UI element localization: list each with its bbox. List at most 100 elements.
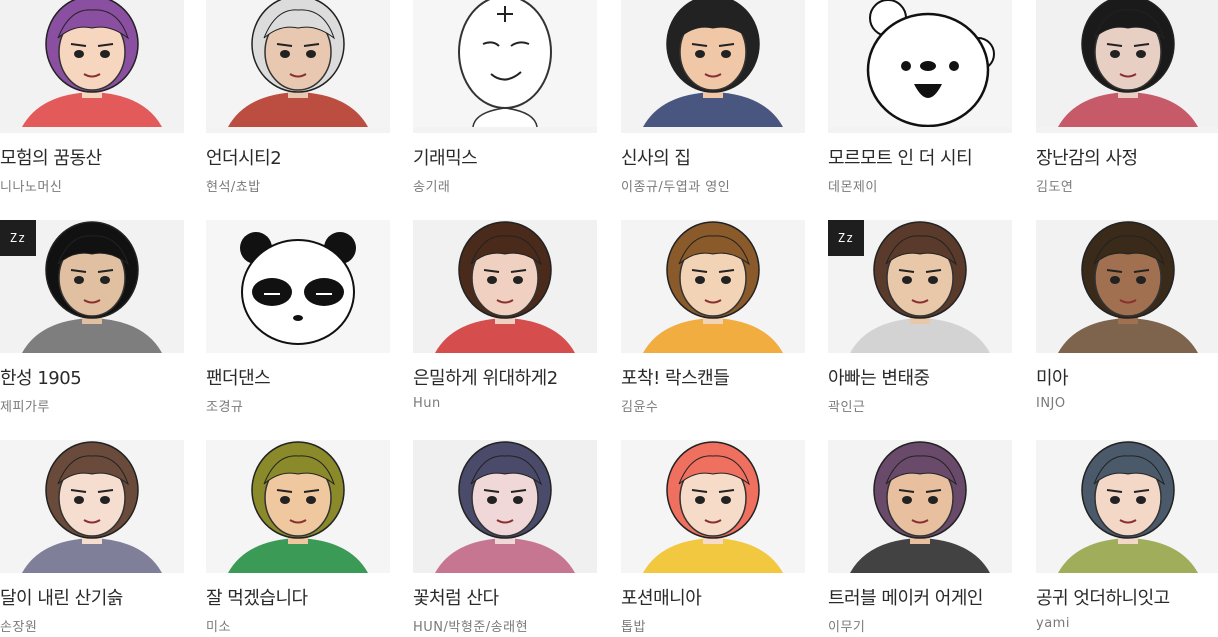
comic-title[interactable]: 포착! 락스캔들 <box>621 364 821 390</box>
comic-card[interactable]: 잘 먹겠습니다 미소 <box>206 440 390 637</box>
boy-necktie-icon <box>621 0 805 127</box>
comic-thumbnail[interactable] <box>0 440 184 573</box>
comic-card[interactable]: Zz 한성 1905 제피가루 <box>0 220 184 430</box>
character-eye-left <box>695 50 705 58</box>
comic-thumbnail[interactable] <box>413 220 597 353</box>
comic-thumbnail[interactable] <box>621 440 805 573</box>
comic-title[interactable]: 미아 <box>1036 364 1218 390</box>
comic-author: 송기래 <box>413 180 451 195</box>
character-eye-right <box>721 496 731 504</box>
comic-thumbnail[interactable] <box>413 0 597 133</box>
panda-eye-patch-right <box>304 278 344 306</box>
character-eye-right <box>721 50 731 58</box>
comic-title[interactable]: 팬더댄스 <box>206 364 406 390</box>
character-eye-left <box>74 276 84 284</box>
comic-author: 미소 <box>206 620 231 635</box>
character-eye-left <box>74 50 84 58</box>
character-eye-right <box>1136 276 1146 284</box>
comic-title[interactable]: 포션매니아 <box>621 584 821 610</box>
comic-card[interactable]: 꽃처럼 산다 HUN/박형준/송래현 <box>413 440 597 637</box>
comic-card[interactable]: 장난감의 사정 김도연 <box>1036 0 1218 210</box>
comic-thumbnail[interactable] <box>621 220 805 353</box>
character-eye-right <box>306 496 316 504</box>
panda-eye-patch-left <box>252 278 292 306</box>
comic-thumbnail[interactable]: Zz <box>828 220 1012 353</box>
comic-title[interactable]: 달이 내린 산기슭 <box>0 584 200 610</box>
comic-thumbnail[interactable] <box>413 440 597 573</box>
hooded-woman-icon <box>828 440 1012 573</box>
comic-card[interactable]: 모험의 꿈동산 니나노머신 <box>0 0 184 210</box>
clown-makeup-man-icon <box>413 220 597 353</box>
comic-thumbnail[interactable] <box>828 0 1012 133</box>
comic-author: 이무기 <box>828 620 866 635</box>
comic-thumbnail[interactable]: Zz <box>0 220 184 353</box>
comic-card[interactable]: 신사의 집 이종규/두엽과 영인 <box>621 0 805 210</box>
comic-thumbnail[interactable] <box>206 440 390 573</box>
thinking-boy-icon <box>621 220 805 353</box>
white-bear-icon <box>828 0 1012 127</box>
comic-title[interactable]: 꽃처럼 산다 <box>413 584 613 610</box>
comic-card[interactable]: 모르모트 인 더 시티 데몬제이 <box>828 0 1012 210</box>
comic-title[interactable]: 잘 먹겠습니다 <box>206 584 406 610</box>
comic-author: INJO <box>1036 396 1066 411</box>
character-eye-right <box>1136 496 1146 504</box>
comic-thumbnail[interactable] <box>1036 440 1218 573</box>
character-eye-left <box>74 496 84 504</box>
comic-author: 조경규 <box>206 400 244 415</box>
comic-card[interactable]: 기래믹스 송기래 <box>413 0 597 210</box>
comic-author: 곽인근 <box>828 400 866 415</box>
character-eye-left <box>1110 50 1120 58</box>
comic-author: yami <box>1036 616 1070 631</box>
comic-card[interactable]: Zz 아빠는 변태중 곽인근 <box>828 220 1012 430</box>
character-eye-left <box>487 496 497 504</box>
girl-purple-hair-icon <box>0 0 184 127</box>
comic-card[interactable]: 달이 내린 산기슭 손장원 <box>0 440 184 637</box>
comic-author: 제피가루 <box>0 400 50 415</box>
comic-card[interactable]: 은밀하게 위대하게2 Hun <box>413 220 597 430</box>
comic-title[interactable]: 언더시티2 <box>206 144 406 170</box>
panda-nose <box>293 315 303 321</box>
character-eye-left <box>280 50 290 58</box>
comic-author: 손장원 <box>0 620 38 635</box>
character-eye-left <box>695 496 705 504</box>
profile-girl-icon <box>413 440 597 573</box>
bear-eye-left <box>901 61 911 71</box>
comic-title[interactable]: 기래믹스 <box>413 144 613 170</box>
comic-thumbnail[interactable] <box>621 0 805 133</box>
character-eye-right <box>100 50 110 58</box>
comic-author: Hun <box>413 396 441 411</box>
comic-title[interactable]: 은밀하게 위대하게2 <box>413 364 613 390</box>
comic-card[interactable]: 트러블 메이커 어게인 이무기 <box>828 440 1012 637</box>
pink-hair-girl-icon <box>621 440 805 573</box>
character-eye-left <box>487 276 497 284</box>
comic-thumbnail[interactable] <box>1036 220 1218 353</box>
comic-title[interactable]: 신사의 집 <box>621 144 821 170</box>
comic-card[interactable]: 팬더댄스 조경규 <box>206 220 390 430</box>
comic-title[interactable]: 공귀 엇더하니잇고 <box>1036 584 1218 610</box>
comic-title[interactable]: 장난감의 사정 <box>1036 144 1218 170</box>
comic-title[interactable]: 모르모트 인 더 시티 <box>828 144 1028 170</box>
comic-author: HUN/박형준/송래현 <box>413 620 529 635</box>
dark-skin-girl-icon <box>1036 220 1218 353</box>
comic-thumbnail[interactable] <box>1036 0 1218 133</box>
comic-card[interactable]: 공귀 엇더하니잇고 yami <box>1036 440 1218 637</box>
comic-card[interactable]: 미아 INJO <box>1036 220 1218 430</box>
comic-thumbnail[interactable] <box>206 0 390 133</box>
comic-title[interactable]: 아빠는 변태중 <box>828 364 1028 390</box>
sketch-face-icon <box>413 0 597 127</box>
character-eye-right <box>306 50 316 58</box>
comic-title[interactable]: 트러블 메이커 어게인 <box>828 584 1028 610</box>
character-eye-left <box>902 276 912 284</box>
comic-thumbnail[interactable] <box>828 440 1012 573</box>
sleep-badge-icon: Zz <box>0 220 36 256</box>
webtoon-grid: 모험의 꿈동산 니나노머신 언더시티2 현석/쵸밥 기래믹스 송기래 신사의 집 이종규/두엽… <box>0 0 1218 637</box>
comic-title[interactable]: 모험의 꿈동산 <box>0 144 200 170</box>
comic-card[interactable]: 언더시티2 현석/쵸밥 <box>206 0 390 210</box>
character-eye-left <box>1110 496 1120 504</box>
comic-author: 데몬제이 <box>828 180 878 195</box>
comic-title[interactable]: 한성 1905 <box>0 364 200 390</box>
comic-thumbnail[interactable] <box>206 220 390 353</box>
comic-card[interactable]: 포션매니아 톱밥 <box>621 440 805 637</box>
comic-thumbnail[interactable] <box>0 0 184 133</box>
comic-card[interactable]: 포착! 락스캔들 김윤수 <box>621 220 805 430</box>
